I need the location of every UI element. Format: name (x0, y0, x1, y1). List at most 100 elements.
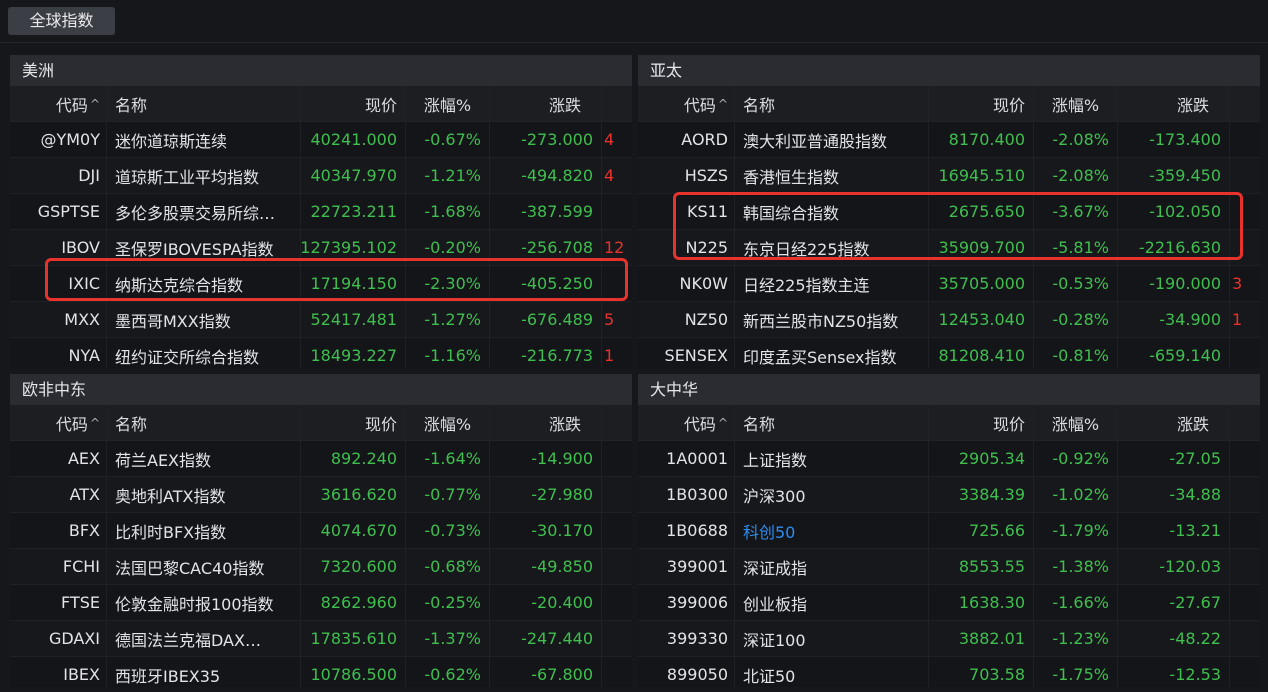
cell-name: 韩国综合指数 (735, 194, 929, 229)
cell-extra (1230, 657, 1260, 687)
cell-change: -247.440 (490, 621, 602, 656)
column-header-pct[interactable]: 涨幅% (1034, 86, 1118, 121)
table-row[interactable]: IBOV 圣保罗IBOVESPA指数 127395.102 -0.20% -256.70… (10, 230, 632, 266)
cell-code: IBOV (10, 230, 107, 265)
cell-change-pct: -2.08% (1034, 158, 1118, 193)
cell-change-pct: -1.37% (406, 621, 490, 656)
cell-extra (602, 441, 632, 476)
column-header-pct[interactable]: 涨幅% (1034, 405, 1118, 440)
cell-change: -256.708 (490, 230, 602, 265)
tab-global-indices[interactable]: 全球指数 (8, 7, 115, 35)
column-header-name[interactable]: 名称 (735, 405, 929, 440)
cell-change: -13.21 (1118, 513, 1230, 548)
cell-change-pct: -0.28% (1034, 302, 1118, 337)
cell-change-pct: -0.20% (406, 230, 490, 265)
table-row[interactable]: AEX 荷兰AEX指数 892.240 -1.64% -14.900 (10, 441, 632, 477)
cell-change: -676.489 (490, 302, 602, 337)
table-row[interactable]: FCHI 法国巴黎CAC40指数 7320.600 -0.68% -49.850 (10, 549, 632, 585)
cell-extra (1230, 122, 1260, 157)
column-header-name[interactable]: 名称 (107, 86, 301, 121)
column-header-extra (602, 86, 632, 121)
column-header-extra (602, 405, 632, 440)
cell-price: 3882.01 (929, 621, 1034, 656)
table-row[interactable]: GSPTSE 多伦多股票交易所综… 22723.211 -1.68% -387.599 (10, 194, 632, 230)
cell-extra (602, 549, 632, 584)
table-row[interactable]: IBEX 西班牙IBEX35 10786.500 -0.62% -67.800 (10, 657, 632, 687)
column-header-code[interactable]: 代码 ^ (638, 405, 735, 440)
cell-extra (602, 513, 632, 548)
cell-change-pct: -0.62% (406, 657, 490, 687)
cell-name: 沪深300 (735, 477, 929, 512)
cell-code: AEX (10, 441, 107, 476)
column-header-change[interactable]: 涨跌 (1118, 405, 1230, 440)
panel-asia-pacific: 亚太 代码 ^ 名称 现价 涨幅% 涨跌 AORD 澳大利亚普通股指数 8170.40… (638, 55, 1260, 368)
column-header-name[interactable]: 名称 (107, 405, 301, 440)
table-row[interactable]: NYA 纽约证交所综合指数 18493.227 -1.16% -216.773 1 (10, 338, 632, 368)
cell-change: -34.900 (1118, 302, 1230, 337)
column-header-change[interactable]: 涨跌 (490, 86, 602, 121)
table-header: 代码 ^ 名称 现价 涨幅% 涨跌 (638, 405, 1260, 441)
cell-code: FTSE (10, 585, 107, 620)
table-row[interactable]: GDAXI 德国法兰克福DAX… 17835.610 -1.37% -247.440 (10, 621, 632, 657)
table-row[interactable]: AORD 澳大利亚普通股指数 8170.400 -2.08% -173.400 (638, 122, 1260, 158)
cell-change: -2216.630 (1118, 230, 1230, 265)
cell-change: -27.67 (1118, 585, 1230, 620)
table-row[interactable]: N225 东京日经225指数 35909.700 -5.81% -2216.630 (638, 230, 1260, 266)
cell-code: DJI (10, 158, 107, 193)
cell-change-pct: -1.64% (406, 441, 490, 476)
column-header-name[interactable]: 名称 (735, 86, 929, 121)
table-row[interactable]: @YM0Y 迷你道琼斯连续 40241.000 -0.67% -273.000 4 (10, 122, 632, 158)
column-header-code[interactable]: 代码 ^ (638, 86, 735, 121)
table-row[interactable]: 399006 创业板指 1638.30 -1.66% -27.67 (638, 585, 1260, 621)
cell-change-pct: -0.53% (1034, 266, 1118, 301)
table-row[interactable]: 1B0688 科创50 725.66 -1.79% -13.21 (638, 513, 1260, 549)
table-row[interactable]: MXX 墨西哥MXX指数 52417.481 -1.27% -676.489 5 (10, 302, 632, 338)
table-row[interactable]: 899050 北证50 703.58 -1.75% -12.53 (638, 657, 1260, 687)
cell-name: 东京日经225指数 (735, 230, 929, 265)
cell-change: -30.170 (490, 513, 602, 548)
table-row[interactable]: SENSEX 印度孟买Sensex指数 81208.410 -0.81% -659.14… (638, 338, 1260, 368)
column-header-pct[interactable]: 涨幅% (406, 86, 490, 121)
column-header-code[interactable]: 代码 ^ (10, 405, 107, 440)
cell-extra: 3 (1232, 274, 1243, 293)
table-row[interactable]: BFX 比利时BFX指数 4074.670 -0.73% -30.170 (10, 513, 632, 549)
table-row[interactable]: DJI 道琼斯工业平均指数 40347.970 -1.21% -494.820 4 (10, 158, 632, 194)
cell-name: 创业板指 (735, 585, 929, 620)
cell-change-pct: -0.81% (1034, 338, 1118, 368)
column-header-price[interactable]: 现价 (929, 405, 1034, 440)
table-row[interactable]: 399001 深证成指 8553.55 -1.38% -120.03 (638, 549, 1260, 585)
cell-change: -20.400 (490, 585, 602, 620)
cell-extra (1230, 230, 1260, 265)
table-row[interactable]: FTSE 伦敦金融时报100指数 8262.960 -0.25% -20.400 (10, 585, 632, 621)
cell-price: 40347.970 (301, 158, 406, 193)
column-header-code[interactable]: 代码 ^ (10, 86, 107, 121)
table-row[interactable]: ATX 奥地利ATX指数 3616.620 -0.77% -27.980 (10, 477, 632, 513)
column-header-pct[interactable]: 涨幅% (406, 405, 490, 440)
cell-change: -405.250 (490, 266, 602, 301)
cell-name: 法国巴黎CAC40指数 (107, 549, 301, 584)
cell-code: SENSEX (638, 338, 735, 368)
column-header-price[interactable]: 现价 (929, 86, 1034, 121)
cell-name: 香港恒生指数 (735, 158, 929, 193)
cell-code: KS11 (638, 194, 735, 229)
table-row[interactable]: 1A0001 上证指数 2905.34 -0.92% -27.05 (638, 441, 1260, 477)
table-row[interactable]: NZ50 新西兰股市NZ50指数 12453.040 -0.28% -34.900 1 (638, 302, 1260, 338)
cell-name: 伦敦金融时报100指数 (107, 585, 301, 620)
cell-price: 16945.510 (929, 158, 1034, 193)
cell-price: 12453.040 (929, 302, 1034, 337)
cell-change: -27.980 (490, 477, 602, 512)
cell-change: -216.773 (490, 338, 602, 368)
column-header-price[interactable]: 现价 (301, 86, 406, 121)
column-header-change[interactable]: 涨跌 (1118, 86, 1230, 121)
cell-change: -173.400 (1118, 122, 1230, 157)
cell-change: -102.050 (1118, 194, 1230, 229)
table-row[interactable]: 1B0300 沪深300 3384.39 -1.02% -34.88 (638, 477, 1260, 513)
cell-code: 899050 (638, 657, 735, 687)
table-row[interactable]: KS11 韩国综合指数 2675.650 -3.67% -102.050 (638, 194, 1260, 230)
table-row[interactable]: 399330 深证100 3882.01 -1.23% -48.22 (638, 621, 1260, 657)
column-header-price[interactable]: 现价 (301, 405, 406, 440)
table-row[interactable]: HSZS 香港恒生指数 16945.510 -2.08% -359.450 (638, 158, 1260, 194)
column-header-change[interactable]: 涨跌 (490, 405, 602, 440)
table-row[interactable]: IXIC 纳斯达克综合指数 17194.150 -2.30% -405.250 (10, 266, 632, 302)
table-row[interactable]: NK0W 日经225指数主连 35705.000 -0.53% -190.000 3 (638, 266, 1260, 302)
